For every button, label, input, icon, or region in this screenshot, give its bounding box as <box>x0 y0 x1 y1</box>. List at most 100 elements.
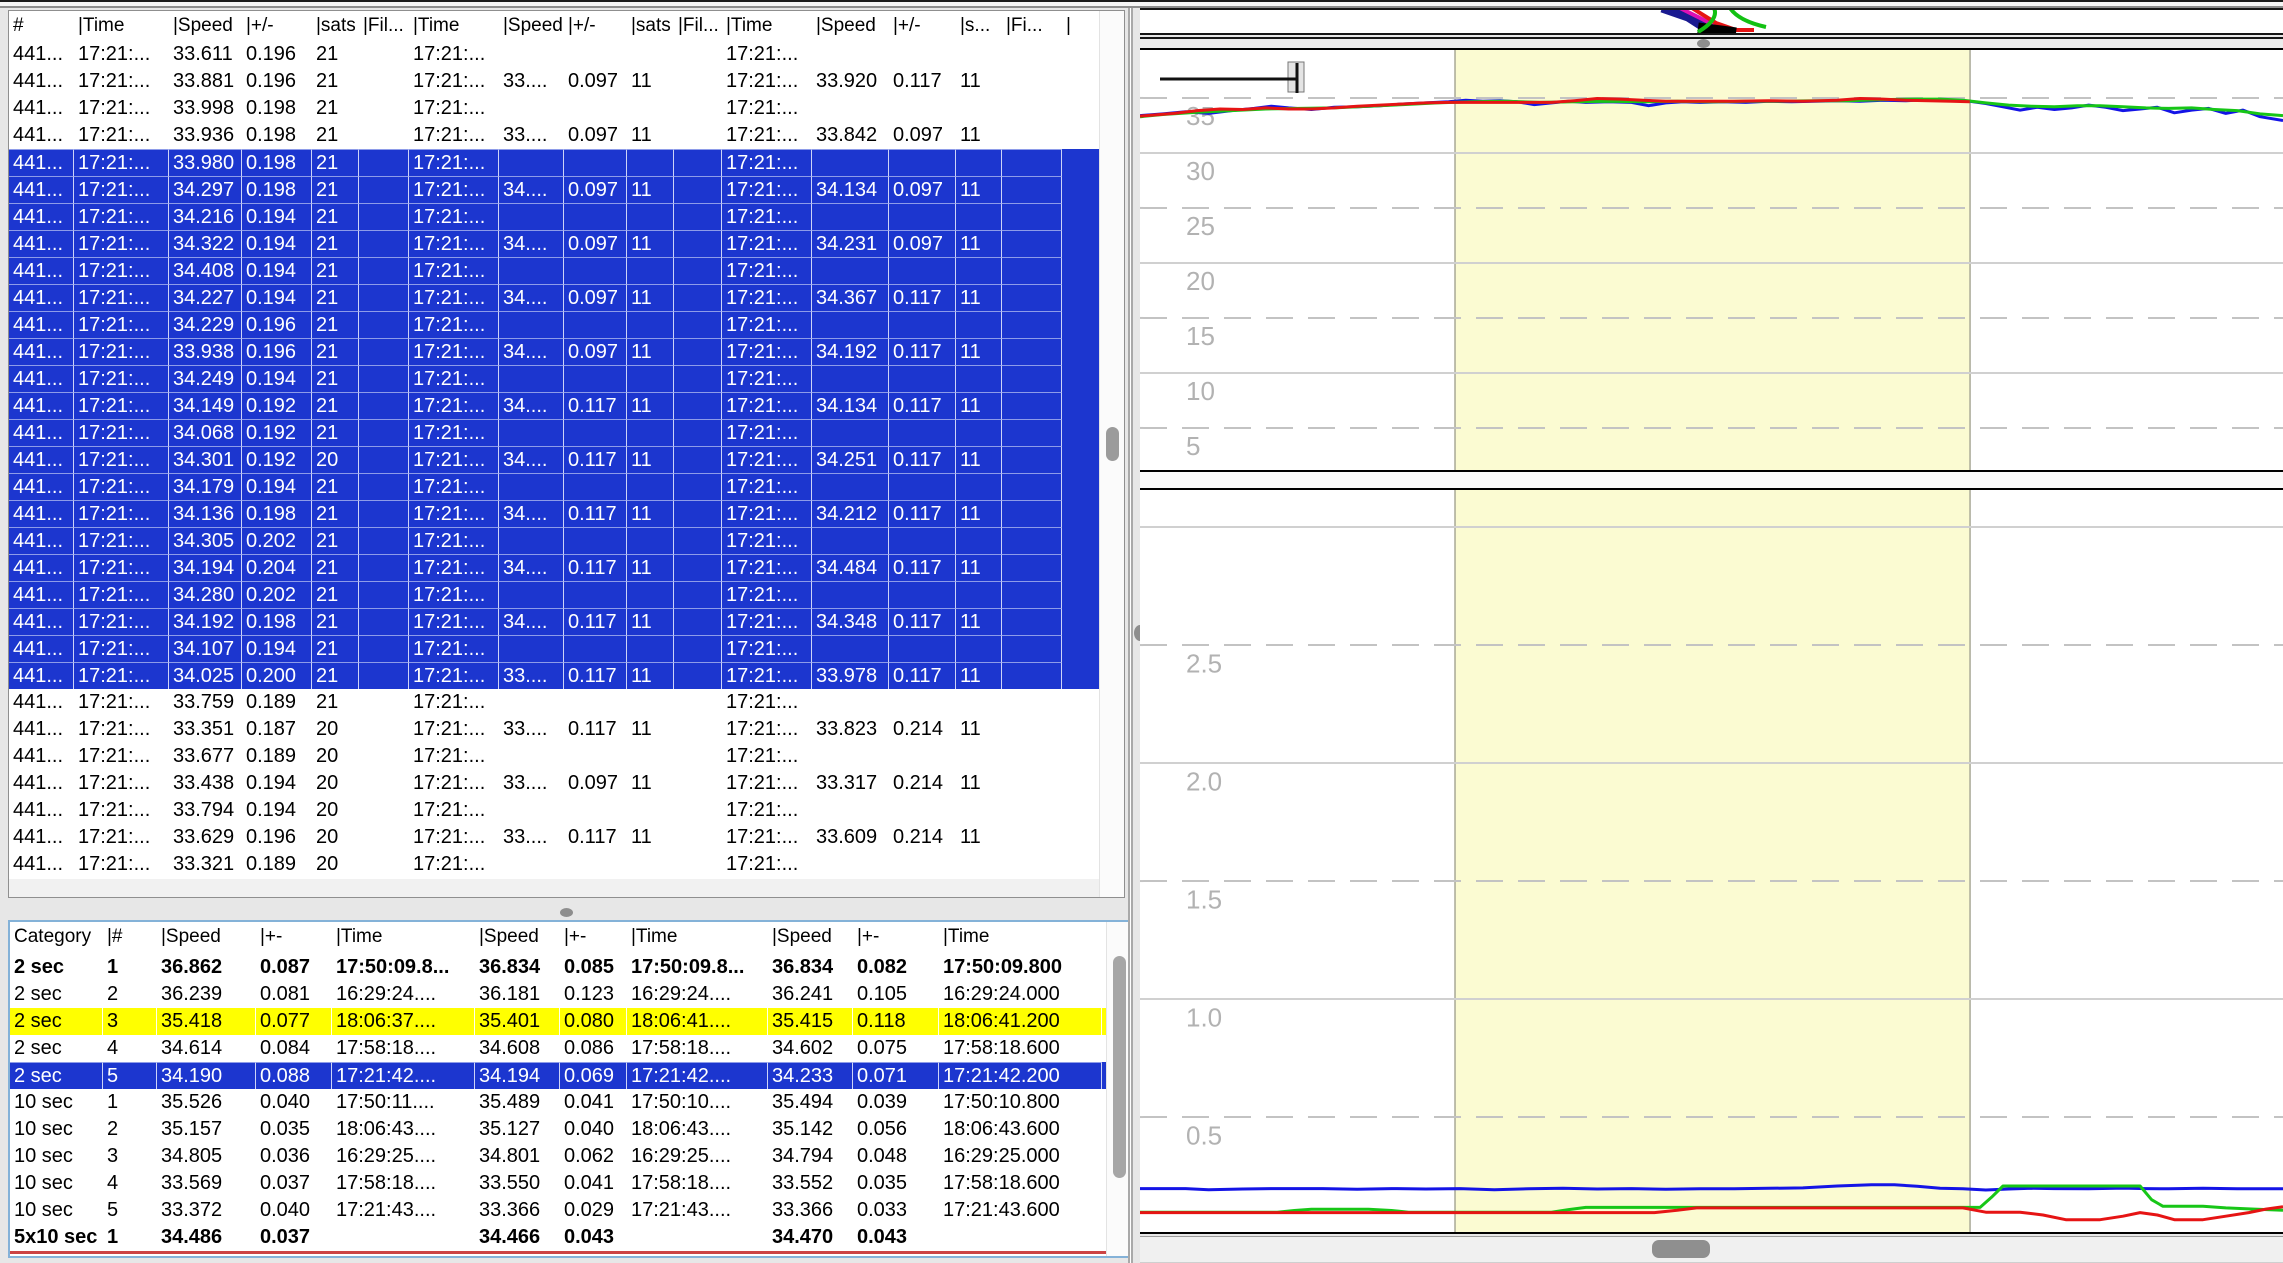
table-row[interactable]: 441...17:21:...33.6290.1962017:21:...33.… <box>9 824 1099 851</box>
results-table-scroll-thumb[interactable] <box>1113 956 1126 1178</box>
cell: 11 <box>627 716 674 743</box>
column-header[interactable]: |Time <box>627 926 768 948</box>
table-row[interactable]: 441...17:21:...34.3010.1922017:21:...34.… <box>9 446 1099 473</box>
table-row[interactable]: 441...17:21:...33.4380.1942017:21:...33.… <box>9 770 1099 797</box>
table-row[interactable]: 441...17:21:...33.6770.1892017:21:...17:… <box>9 743 1099 770</box>
table-row[interactable]: 441...17:21:...33.9380.1962117:21:...34.… <box>9 338 1099 365</box>
table-row[interactable]: 441...17:21:...34.3050.2022117:21:...17:… <box>9 527 1099 554</box>
results-table[interactable]: Category|#|Speed|+-|Time|Speed|+-|Time|S… <box>8 920 1133 1258</box>
column-header[interactable]: |Speed <box>157 926 256 948</box>
speed-chart[interactable]: 3530252015105 <box>1140 50 2283 470</box>
column-header[interactable]: | <box>1062 15 1082 37</box>
table-row[interactable]: 441...17:21:...34.1920.1982117:21:...34.… <box>9 608 1099 635</box>
table-row[interactable]: 441...17:21:...34.1490.1922117:21:...34.… <box>9 392 1099 419</box>
table-row[interactable]: 441...17:21:...33.9800.1982117:21:...17:… <box>9 149 1099 176</box>
column-header[interactable]: |# <box>103 926 157 948</box>
result-row[interactable]: 10 sec334.8050.03616:29:25....34.8010.06… <box>10 1143 1107 1170</box>
table-row[interactable]: 441...17:21:...34.2160.1942117:21:...17:… <box>9 203 1099 230</box>
cell: 17:21:... <box>722 770 812 797</box>
column-header[interactable]: |+- <box>256 926 332 948</box>
table-row[interactable]: 441...17:21:...33.7590.1892117:21:...17:… <box>9 689 1099 716</box>
cell: 441... <box>9 419 74 446</box>
column-header[interactable]: |Time <box>939 926 1102 948</box>
column-header[interactable]: |Speed <box>499 15 564 37</box>
column-header[interactable]: |+/- <box>242 15 312 37</box>
column-header[interactable]: |+/- <box>889 15 956 37</box>
column-header[interactable]: |Speed <box>768 926 853 948</box>
table-row[interactable]: 441...17:21:...33.3210.1892017:21:...17:… <box>9 851 1099 873</box>
horizontal-splitter-handle-icon[interactable] <box>560 908 573 917</box>
table-row[interactable]: 441...17:21:...33.7940.1942017:21:...17:… <box>9 797 1099 824</box>
result-row[interactable]: 2 sec136.8620.08717:50:09.8...36.8340.08… <box>10 954 1107 981</box>
cell: 10 sec <box>10 1143 103 1170</box>
cell: 17:21:... <box>409 284 499 311</box>
results-table-body[interactable]: 2 sec136.8620.08717:50:09.8...36.8340.08… <box>10 954 1107 1254</box>
table-row[interactable]: 441...17:21:...34.2970.1982117:21:...34.… <box>9 176 1099 203</box>
column-header[interactable]: |Time <box>722 15 812 37</box>
table-row[interactable]: 441...17:21:...34.2800.2022117:21:...17:… <box>9 581 1099 608</box>
track-points-table[interactable]: #|Time|Speed|+/-|sats|Fil...|Time|Speed|… <box>8 10 1125 898</box>
column-header[interactable]: # <box>9 15 74 37</box>
table-row[interactable]: 441...17:21:...34.0680.1922117:21:...17:… <box>9 419 1099 446</box>
column-header[interactable]: |Time <box>332 926 475 948</box>
cell: 0.041 <box>560 1170 627 1197</box>
table-row[interactable]: 441...17:21:...34.2290.1962117:21:...17:… <box>9 311 1099 338</box>
cell: 34.348 <box>812 608 889 635</box>
table-row[interactable]: 441...17:21:...34.2270.1942117:21:...34.… <box>9 284 1099 311</box>
overview-splitter-handle-icon[interactable] <box>1697 39 1710 48</box>
column-header[interactable]: |s... <box>956 15 1002 37</box>
cell: 21 <box>312 203 359 230</box>
table-row[interactable]: 441...17:21:...34.1790.1942117:21:...17:… <box>9 473 1099 500</box>
column-header[interactable]: |Speed <box>475 926 560 948</box>
track-table-scroll-thumb[interactable] <box>1106 427 1119 461</box>
result-row[interactable]: 2 sec335.4180.07718:06:37....35.4010.080… <box>10 1008 1107 1035</box>
track-table-scrollbar[interactable] <box>1099 11 1124 897</box>
column-header[interactable]: |Time <box>74 15 169 37</box>
result-row[interactable]: 10 sec235.1570.03518:06:43....35.1270.04… <box>10 1116 1107 1143</box>
result-row[interactable]: 2 sec534.1900.08817:21:42....34.1940.069… <box>10 1062 1107 1089</box>
track-overview-strip[interactable] <box>1140 8 2283 35</box>
track-table-body[interactable]: 441...17:21:...33.6110.1962117:21:...17:… <box>9 41 1099 873</box>
result-row[interactable]: 10 sec433.5690.03717:58:18....33.5500.04… <box>10 1170 1107 1197</box>
result-row[interactable]: 2 sec236.2390.08116:29:24....36.1810.123… <box>10 981 1107 1008</box>
accuracy-chart-panel[interactable]: 2.52.01.51.00.5 <box>1140 488 2283 1234</box>
accuracy-chart[interactable]: 2.52.01.51.00.5 <box>1140 490 2283 1232</box>
table-row[interactable]: 441...17:21:...33.9980.1982117:21:...17:… <box>9 95 1099 122</box>
column-header[interactable]: |+- <box>560 926 627 948</box>
table-row[interactable]: 441...17:21:...34.2490.1942117:21:...17:… <box>9 365 1099 392</box>
table-row[interactable]: 441...17:21:...34.1940.2042117:21:...34.… <box>9 554 1099 581</box>
table-row[interactable]: 441...17:21:...33.8810.1962117:21:...33.… <box>9 68 1099 95</box>
result-row[interactable]: 10 sec135.5260.04017:50:11....35.4890.04… <box>10 1089 1107 1116</box>
column-header[interactable]: |Time <box>409 15 499 37</box>
table-row[interactable]: 441...17:21:...34.3220.1942117:21:...34.… <box>9 230 1099 257</box>
column-header[interactable]: Category <box>10 926 103 948</box>
column-header[interactable]: |+- <box>853 926 939 948</box>
column-header[interactable]: |Fi... <box>1002 15 1062 37</box>
column-header[interactable]: |+/- <box>564 15 627 37</box>
table-row[interactable]: 441...17:21:...34.4080.1942117:21:...17:… <box>9 257 1099 284</box>
column-header[interactable]: |Fil... <box>359 15 409 37</box>
table-row[interactable]: 441...17:21:...34.0250.2002117:21:...33.… <box>9 662 1099 689</box>
overview-splitter-bar[interactable] <box>1140 39 2283 48</box>
cell: 0.117 <box>564 662 627 689</box>
column-header[interactable]: |Fil... <box>674 15 722 37</box>
chart-scroll-thumb[interactable] <box>1652 1240 1710 1258</box>
table-row[interactable]: 441...17:21:...34.1360.1982117:21:...34.… <box>9 500 1099 527</box>
column-header[interactable]: |sats <box>312 15 359 37</box>
result-row[interactable]: 5x10 sec134.4860.03734.4660.04334.4700.0… <box>10 1224 1107 1251</box>
table-row[interactable]: 441...17:21:...34.1070.1942117:21:...17:… <box>9 635 1099 662</box>
table-row[interactable]: 441...17:21:...33.3510.1872017:21:...33.… <box>9 716 1099 743</box>
cell <box>564 203 627 230</box>
table-row[interactable]: 441...17:21:...33.9360.1982117:21:...33.… <box>9 122 1099 149</box>
result-row[interactable]: 10 sec533.3720.04017:21:43....33.3660.02… <box>10 1197 1107 1224</box>
result-row[interactable]: 2 sec434.6140.08417:58:18....34.6080.086… <box>10 1035 1107 1062</box>
vertical-pane-divider[interactable] <box>1128 8 1133 1263</box>
column-header[interactable]: |Speed <box>812 15 889 37</box>
chart-horizontal-scrollbar[interactable] <box>1140 1236 2283 1263</box>
cell: 35.142 <box>768 1116 853 1143</box>
table-row[interactable]: 441...17:21:...33.6110.1962117:21:...17:… <box>9 41 1099 68</box>
cell: 441... <box>9 581 74 608</box>
column-header[interactable]: |Speed <box>169 15 242 37</box>
speed-chart-panel[interactable]: 3530252015105 <box>1140 48 2283 472</box>
column-header[interactable]: |sats <box>627 15 674 37</box>
